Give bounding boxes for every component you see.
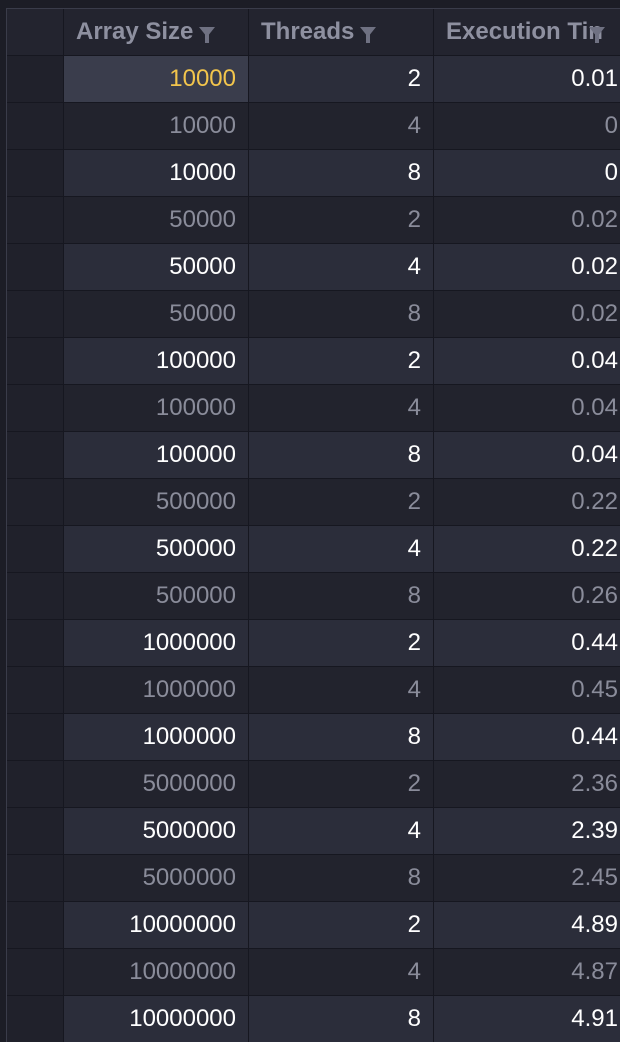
table-cell-execution-time[interactable]: 0.02: [434, 291, 620, 337]
row-header[interactable]: [7, 244, 63, 290]
table-cell-array-size[interactable]: 500000: [64, 526, 248, 572]
row-header[interactable]: [7, 385, 63, 431]
table-cell-execution-time[interactable]: 0.02: [434, 197, 620, 243]
table-cell-execution-time[interactable]: 4.87: [434, 949, 620, 995]
table-cell-execution-time[interactable]: 0.22: [434, 479, 620, 525]
table-cell-array-size[interactable]: 10000000: [64, 902, 248, 948]
table-cell-execution-time[interactable]: 4.91: [434, 996, 620, 1042]
table-cell-array-size[interactable]: 100000: [64, 432, 248, 478]
table-cell-execution-time[interactable]: 2.36: [434, 761, 620, 807]
table-cell-threads[interactable]: 4: [249, 526, 433, 572]
table-cell-execution-time[interactable]: 2.39: [434, 808, 620, 854]
table-cell-threads[interactable]: 2: [249, 197, 433, 243]
table-cell-threads[interactable]: 8: [249, 432, 433, 478]
table-cell-array-size[interactable]: 500000: [64, 573, 248, 619]
filter-icon[interactable]: [360, 27, 377, 43]
table-cell-threads[interactable]: 8: [249, 714, 433, 760]
row-header[interactable]: [7, 667, 63, 713]
table-cell-execution-time[interactable]: 0.04: [434, 432, 620, 478]
row-header[interactable]: [7, 526, 63, 572]
row-header[interactable]: [7, 56, 63, 102]
table-cell-array-size[interactable]: 1000000: [64, 714, 248, 760]
table-cell-threads[interactable]: 4: [249, 385, 433, 431]
table-cell-threads[interactable]: 4: [249, 244, 433, 290]
row-header[interactable]: [7, 996, 63, 1042]
data-grid: Array Size Threads Execution Tin 10000 2 0…: [6, 8, 620, 1042]
row-header[interactable]: [7, 949, 63, 995]
table-cell-array-size[interactable]: 5000000: [64, 855, 248, 901]
table-cell-threads[interactable]: 8: [249, 291, 433, 337]
table-cell-threads[interactable]: 8: [249, 855, 433, 901]
table-cell-array-size[interactable]: 10000: [64, 56, 248, 102]
table-cell-array-size[interactable]: 50000: [64, 291, 248, 337]
table-cell-execution-time[interactable]: 0: [434, 103, 620, 149]
table-cell-threads[interactable]: 8: [249, 996, 433, 1042]
row-header[interactable]: [7, 479, 63, 525]
row-header[interactable]: [7, 855, 63, 901]
table-cell-execution-time[interactable]: 0: [434, 150, 620, 196]
table-cell-execution-time[interactable]: 0.01: [434, 56, 620, 102]
table-cell-threads[interactable]: 4: [249, 808, 433, 854]
table-cell-threads[interactable]: 8: [249, 150, 433, 196]
filter-icon[interactable]: [199, 27, 216, 43]
table-cell-threads[interactable]: 2: [249, 56, 433, 102]
row-header[interactable]: [7, 197, 63, 243]
table-cell-array-size[interactable]: 100000: [64, 385, 248, 431]
row-header[interactable]: [7, 338, 63, 384]
table-cell-threads[interactable]: 2: [249, 338, 433, 384]
row-header[interactable]: [7, 761, 63, 807]
table-cell-array-size[interactable]: 50000: [64, 244, 248, 290]
table-cell-threads[interactable]: 8: [249, 573, 433, 619]
table-cell-execution-time[interactable]: 0.45: [434, 667, 620, 713]
column-header-label: Execution Tin: [446, 18, 603, 45]
table-cell-array-size[interactable]: 10000: [64, 150, 248, 196]
row-header[interactable]: [7, 808, 63, 854]
column-header-threads[interactable]: Threads: [249, 9, 433, 55]
column-header-label: Array Size: [76, 18, 194, 45]
table-cell-execution-time[interactable]: 0.44: [434, 714, 620, 760]
column-header-label: Threads: [261, 18, 355, 45]
table-cell-array-size[interactable]: 1000000: [64, 667, 248, 713]
table-cell-threads[interactable]: 4: [249, 667, 433, 713]
table-cell-array-size[interactable]: 1000000: [64, 620, 248, 666]
table-cell-threads[interactable]: 2: [249, 479, 433, 525]
table-cell-threads[interactable]: 4: [249, 949, 433, 995]
table-cell-array-size[interactable]: 50000: [64, 197, 248, 243]
row-header[interactable]: [7, 103, 63, 149]
table-cell-execution-time[interactable]: 0.04: [434, 338, 620, 384]
row-header[interactable]: [7, 902, 63, 948]
table-cell-execution-time[interactable]: 0.22: [434, 526, 620, 572]
table-cell-array-size[interactable]: 5000000: [64, 761, 248, 807]
table-cell-execution-time[interactable]: 0.04: [434, 385, 620, 431]
table-cell-array-size[interactable]: 10000000: [64, 949, 248, 995]
row-header[interactable]: [7, 573, 63, 619]
table-cell-array-size[interactable]: 100000: [64, 338, 248, 384]
row-header[interactable]: [7, 714, 63, 760]
table-cell-threads[interactable]: 2: [249, 761, 433, 807]
column-header-execution-time[interactable]: Execution Tin: [434, 9, 620, 55]
table-cell-array-size[interactable]: 10000: [64, 103, 248, 149]
row-header[interactable]: [7, 620, 63, 666]
table-cell-execution-time[interactable]: 0.02: [434, 244, 620, 290]
corner-header[interactable]: [7, 9, 63, 55]
column-header-array-size[interactable]: Array Size: [64, 9, 248, 55]
table-cell-threads[interactable]: 4: [249, 103, 433, 149]
table-cell-threads[interactable]: 2: [249, 902, 433, 948]
table-cell-array-size[interactable]: 5000000: [64, 808, 248, 854]
table-cell-threads[interactable]: 2: [249, 620, 433, 666]
table-cell-array-size[interactable]: 10000000: [64, 996, 248, 1042]
filter-icon[interactable]: [588, 27, 605, 43]
table-cell-array-size[interactable]: 500000: [64, 479, 248, 525]
table-cell-execution-time[interactable]: 0.26: [434, 573, 620, 619]
table-cell-execution-time[interactable]: 4.89: [434, 902, 620, 948]
row-header[interactable]: [7, 150, 63, 196]
row-header[interactable]: [7, 432, 63, 478]
table-cell-execution-time[interactable]: 0.44: [434, 620, 620, 666]
table-cell-execution-time[interactable]: 2.45: [434, 855, 620, 901]
row-header[interactable]: [7, 291, 63, 337]
